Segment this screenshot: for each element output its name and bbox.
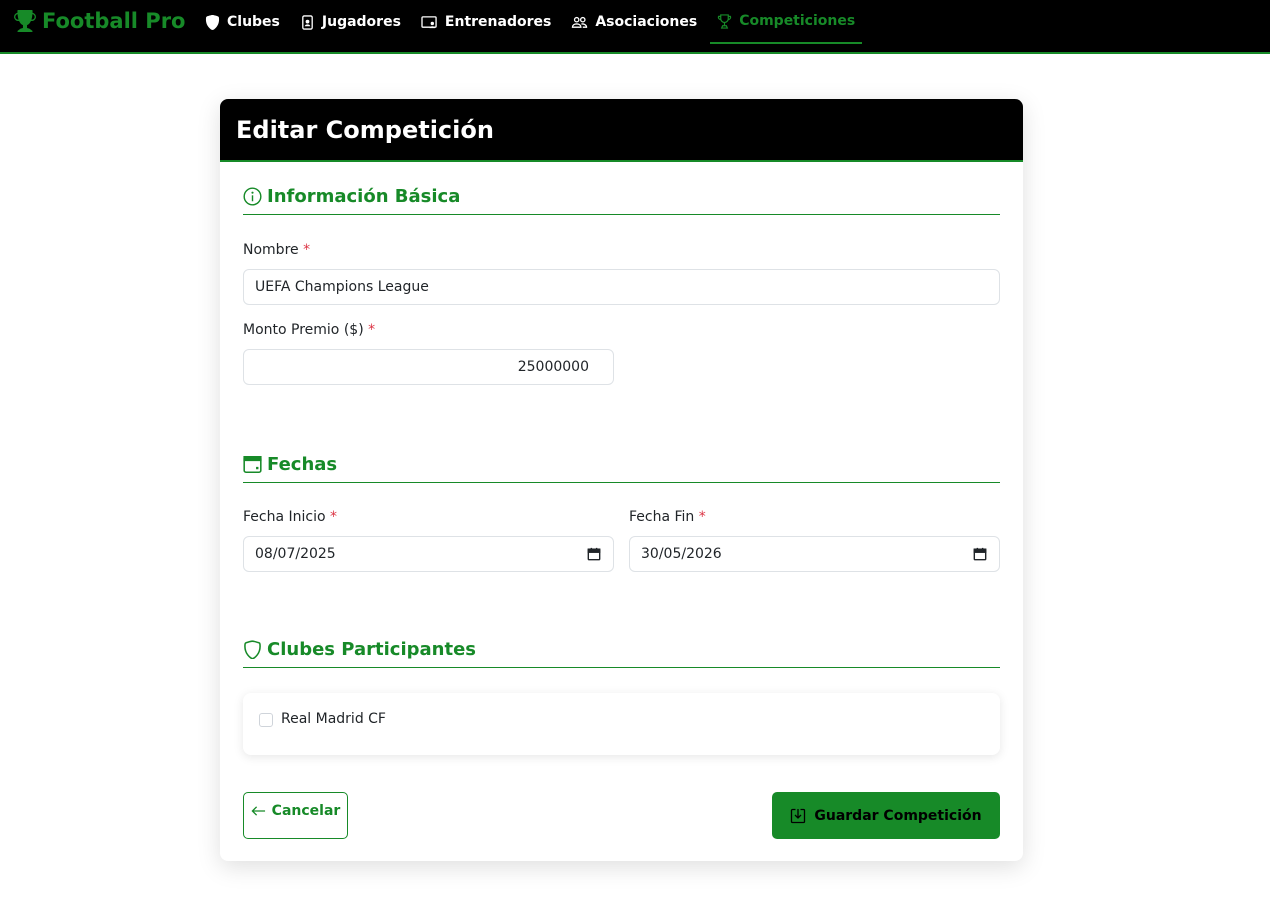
section-title-text: Información Básica [267,186,461,207]
required-mark: * [698,509,706,525]
save-button-label: Guardar Competición [814,807,982,824]
fecha-inicio-label: Fecha Inicio * [243,509,337,525]
shield-outline-icon [244,640,261,659]
club-label[interactable]: Real Madrid CF [281,711,386,727]
person-board-icon [421,15,437,28]
calendar-picker-icon[interactable] [973,547,987,561]
id-badge-icon [302,14,313,30]
nombre-value: UEFA Champions League [255,279,429,295]
fecha-fin-label: Fecha Fin * [629,509,706,525]
brand-name: Football Pro [42,9,186,33]
monto-label: Monto Premio ($) * [243,322,375,338]
nav-item-label: Asociaciones [595,14,698,30]
fecha-fin-label-text: Fecha Fin [629,509,695,525]
fecha-inicio-value: 08/07/2025 [255,546,336,562]
top-navbar: Football Pro Clubes Jugadores Entrenador… [0,0,1270,54]
fecha-fin-input[interactable]: 30/05/2026 [629,536,1000,572]
monto-label-text: Monto Premio ($) [243,322,364,338]
monto-input[interactable]: 25000000 [243,349,614,385]
info-circle-icon [243,187,262,206]
required-mark: * [368,322,376,338]
fecha-inicio-label-text: Fecha Inicio [243,509,326,525]
nav-item-clubes[interactable]: Clubes [198,0,287,44]
shield-icon [205,14,220,30]
nombre-label-text: Nombre [243,242,299,258]
cancel-button[interactable]: Cancelar [243,792,348,839]
nombre-input[interactable]: UEFA Champions League [243,269,1000,305]
nav-item-label: Competiciones [739,13,856,29]
edit-competition-card: Editar Competición Información Básica No… [220,99,1023,861]
page-title: Editar Competición [236,116,494,144]
nav-item-asociaciones[interactable]: Asociaciones [564,0,704,44]
nav-item-label: Entrenadores [444,14,552,30]
download-save-icon [791,808,806,823]
nav-item-jugadores[interactable]: Jugadores [293,0,408,44]
monto-value: 25000000 [517,359,589,375]
section-title-basic: Información Básica [243,179,1000,215]
card-header: Editar Competición [220,99,1023,162]
nombre-label: Nombre * [243,242,310,258]
trophy-icon [14,10,36,32]
clubs-list: Real Madrid CF [243,693,1000,755]
nav-item-entrenadores[interactable]: Entrenadores [414,0,558,44]
brand-link[interactable]: Football Pro [14,9,185,33]
section-title-text: Fechas [267,454,338,475]
required-mark: * [330,509,337,525]
arrow-left-icon [251,806,265,816]
nav-item-label: Clubes [227,14,280,30]
trophy-icon [718,13,732,29]
required-mark: * [303,242,311,258]
club-checkbox[interactable] [259,713,273,727]
cancel-button-label: Cancelar [271,803,341,819]
fecha-fin-value: 30/05/2026 [641,546,722,562]
fecha-inicio-input[interactable]: 08/07/2025 [243,536,614,572]
section-title-dates: Fechas [243,447,1000,483]
save-competition-button[interactable]: Guardar Competición [772,792,1000,839]
calendar-picker-icon[interactable] [587,547,601,561]
nav-item-competiciones[interactable]: Competiciones [710,0,863,44]
section-title-text: Clubes Participantes [267,639,476,660]
calendar-icon [243,456,262,473]
nav-menu: Clubes Jugadores Entrenadores Asociacion… [198,0,868,52]
people-icon [572,16,588,28]
nav-item-label: Jugadores [321,14,401,30]
section-title-clubs: Clubes Participantes [243,632,1000,668]
